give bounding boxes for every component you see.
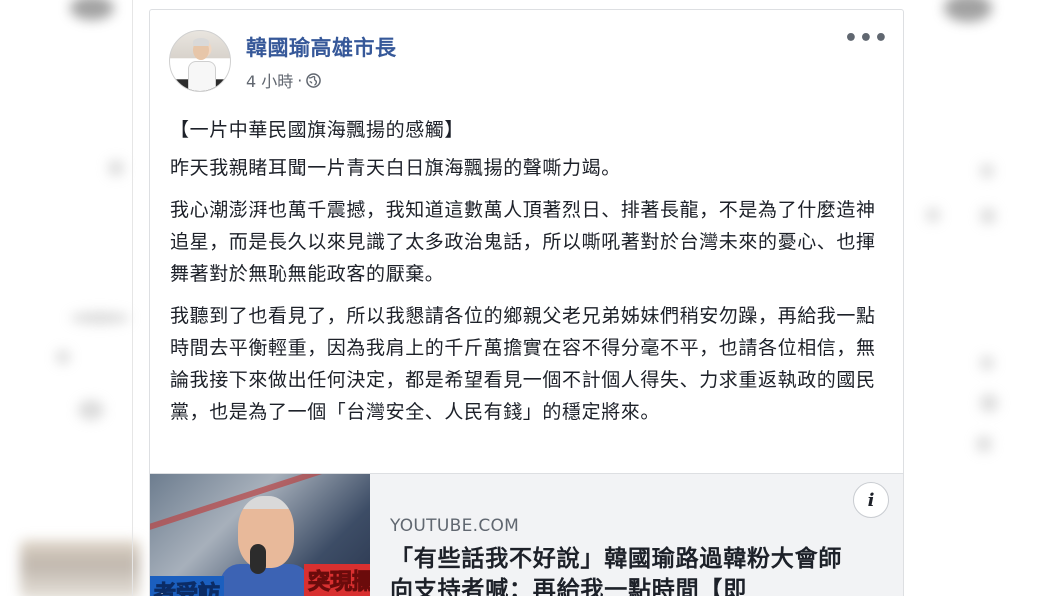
blurred-shape bbox=[980, 164, 994, 178]
post-meta: 4 小時 · bbox=[246, 68, 322, 92]
post-paragraph: 我心潮澎湃也萬千震撼，我知道這數萬人頂著烈日、排著長龍，不是為了什麼造神追星，而… bbox=[170, 199, 876, 285]
link-preview-card[interactable]: 者受訪 突現攔 i YOUTUBE.COM 「有些話我不好說」韓國瑜路過韓粉大會… bbox=[150, 473, 903, 596]
blurred-shape bbox=[944, 0, 992, 22]
blurred-shape bbox=[980, 394, 998, 412]
facebook-post: 韓國瑜高雄市長 4 小時 · ••• 【一片中華民國旗海飄揚的感觸】 昨天我親睹… bbox=[149, 9, 904, 596]
thumbnail-caption: 突現攔 bbox=[304, 564, 370, 596]
divider bbox=[132, 0, 133, 596]
blurred-shape bbox=[70, 0, 114, 20]
globe-icon[interactable] bbox=[306, 72, 322, 88]
blurred-shape bbox=[70, 312, 130, 324]
post-body: 【一片中華民國旗海飄揚的感觸】 昨天我親睹耳聞一片青天白日旗海飄揚的聲嘶力竭。 … bbox=[170, 114, 890, 438]
info-icon[interactable]: i bbox=[853, 482, 889, 518]
avatar-figure bbox=[188, 61, 216, 91]
blurred-shape bbox=[56, 350, 70, 364]
post-timestamp[interactable]: 4 小時 bbox=[246, 68, 293, 92]
post-paragraph: 昨天我親睹耳聞一片青天白日旗海飄揚的聲嘶力竭。 bbox=[170, 157, 621, 179]
blurred-shape bbox=[926, 208, 940, 222]
meta-separator: · bbox=[297, 70, 303, 90]
link-domain: YOUTUBE.COM bbox=[390, 516, 520, 536]
blurred-shape bbox=[976, 436, 992, 452]
blurred-photo bbox=[20, 540, 140, 596]
avatar-figure bbox=[193, 38, 209, 46]
post-paragraph: 我聽到了也看見了，所以我懇請各位的鄉親父老兄弟姊妹們稍安勿躁，再給我一點時間去平… bbox=[170, 305, 876, 423]
link-thumbnail[interactable]: 者受訪 突現攔 bbox=[150, 474, 370, 596]
blurred-shape bbox=[78, 400, 104, 420]
blurred-background-right bbox=[924, 0, 1060, 596]
more-options-icon[interactable]: ••• bbox=[844, 28, 889, 50]
page-name-link[interactable]: 韓國瑜高雄市長 bbox=[246, 32, 397, 62]
microphone-shape bbox=[250, 544, 266, 574]
thumbnail-shape bbox=[238, 496, 294, 568]
blurred-shape bbox=[980, 356, 994, 370]
post-paragraph: 【一片中華民國旗海飄揚的感觸】 bbox=[170, 119, 465, 141]
blurred-shape bbox=[980, 208, 996, 224]
blurred-background-left bbox=[0, 0, 140, 596]
link-headline[interactable]: 「有些話我不好說」韓國瑜路過韓粉大會師 向支持者喊：再給我一點時間【即 bbox=[390, 544, 860, 596]
blurred-shape bbox=[108, 160, 124, 176]
page-avatar[interactable] bbox=[169, 30, 231, 92]
thumbnail-caption: 者受訪 bbox=[150, 576, 225, 596]
screenshot-stage: 韓國瑜高雄市長 4 小時 · ••• 【一片中華民國旗海飄揚的感觸】 昨天我親睹… bbox=[0, 0, 1060, 596]
